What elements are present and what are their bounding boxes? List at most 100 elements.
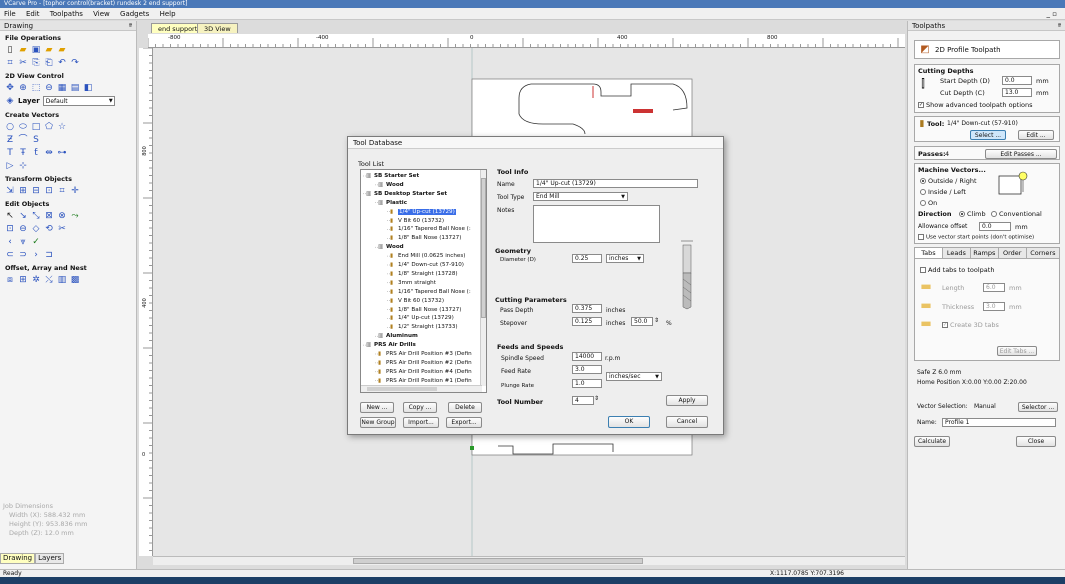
diameter-unit-select[interactable]: inches ▼ [606,254,644,263]
window-controls[interactable]: _ ▫ [1043,8,1061,20]
zoom-in-icon[interactable]: ⊕ [18,83,28,93]
subtract-icon[interactable]: ⊖ [18,224,28,234]
tree-vscrollbar[interactable] [480,170,486,386]
zoom-box-icon[interactable]: ⬚ [31,83,41,93]
star-icon[interactable]: ☆ [57,122,67,132]
tool-tree[interactable]: SB Starter Set ▥ Wood ▥ SB Desktop Starter S… [360,169,487,393]
menu-toolpaths[interactable]: Toolpaths [46,8,87,20]
tree-tool-item[interactable]: 3mm straight [398,279,436,287]
save-icon[interactable]: ▣ [31,45,41,55]
inside-radio[interactable]: Inside / Left [920,188,966,196]
cancel-button[interactable]: Cancel [666,416,708,428]
name-input[interactable]: Profile 1 [942,418,1056,427]
export-button[interactable]: Export... [446,417,482,428]
rate-unit-select[interactable]: inches/sec ▼ [606,372,662,381]
notes-textarea[interactable] [533,205,660,243]
arc-icon[interactable]: ⌒ [18,135,28,145]
intersect-icon[interactable]: ◇ [31,224,41,234]
transform-pointer-icon[interactable]: ⤡ [31,211,41,221]
interactive-trim-icon[interactable]: ⟲ [44,224,54,234]
tree-group[interactable]: Aluminum [386,332,418,340]
view-split-icon[interactable]: ◧ [83,83,93,93]
dimension-icon[interactable]: ⇹ [44,148,54,158]
align-icon[interactable]: ⊞ [18,186,28,196]
tree-tool-item[interactable]: End Mill (0.0625 inches) [398,252,465,260]
tab-order[interactable]: Order [998,248,1027,258]
import-button[interactable]: Import... [403,417,439,428]
text-icon[interactable]: T [5,148,15,158]
tree-tool-item[interactable]: 1/16" Tapered Ball Nose (: [398,225,471,233]
join-vectors-icon[interactable]: ⊠ [44,211,54,221]
select-all-icon[interactable]: ⌗ [5,58,15,68]
edit-tabs-button[interactable]: Edit Tabs ... [997,346,1037,356]
outside-radio[interactable]: Outside / Right [920,177,977,185]
tree-tool-item[interactable]: PRS Air Drill Position #2 (Defin [386,359,472,367]
menu-edit[interactable]: Edit [22,8,44,20]
horizontal-scrollbar[interactable] [153,556,905,565]
tree-tool-item[interactable]: PRS Air Drill Position #4 (Defin [386,368,472,376]
layer-select[interactable]: Default [42,96,115,106]
tree-tool-item[interactable]: 1/2" Straight (13733) [398,323,458,331]
tree-group[interactable]: SB Desktop Starter Set [374,190,447,198]
scroll-thumb[interactable] [353,558,643,564]
text-on-curve-icon[interactable]: ƭ [31,148,41,158]
tree-tool-item[interactable]: 1/8" Ball Nose (13727) [398,234,461,242]
center-icon[interactable]: ✛ [70,186,80,196]
on-radio[interactable]: On [920,199,937,207]
measure-icon[interactable]: ⊶ [57,148,67,158]
tree-hscrollbar[interactable] [361,385,482,392]
pin-icon[interactable]: ª [129,21,132,31]
scissors-icon[interactable]: ✂ [57,224,67,234]
menu-help[interactable]: Help [156,8,180,20]
tree-tool-item[interactable]: V Bit 60 (13732) [398,217,444,225]
thickness-input[interactable]: 3.0 [983,302,1005,311]
tree-tool-item[interactable]: 1/4" Down-cut (57-910) [398,261,464,269]
menu-gadgets[interactable]: Gadgets [116,8,153,20]
plunge-rate-input[interactable]: 1.0 [572,379,602,388]
rectangle-icon[interactable]: □ [31,122,41,132]
tree-tool-item[interactable]: 1/8" Ball Nose (13727) [398,306,461,314]
allowance-input[interactable]: 0.0 [979,222,1011,231]
tree-group[interactable]: Wood [386,243,404,251]
calculate-button[interactable]: Calculate [914,436,950,447]
tree-vscroll-thumb[interactable] [481,178,486,318]
tree-tool-item[interactable]: 1/4" Up-cut (13729) [398,208,456,216]
new-tool-button[interactable]: New ... [360,402,394,413]
tab-drawing[interactable]: Drawing [0,553,36,564]
cut-icon[interactable]: ✂ [18,58,28,68]
vector-start-checkbox[interactable]: Use vector start points (don't optimise) [918,234,1034,241]
tool-name-input[interactable]: 1/4" Up-cut (13729) [533,179,698,188]
scale-icon[interactable]: ⊡ [44,186,54,196]
new-group-button[interactable]: New Group [360,417,396,428]
add-tabs-checkbox[interactable]: Add tabs to toolpath [920,266,994,274]
diameter-input[interactable]: 0.25 [572,254,602,263]
delete-tool-button[interactable]: Delete [448,402,482,413]
feed-rate-input[interactable]: 3.0 [572,365,602,374]
edit-tool-button[interactable]: Edit ... [1018,130,1054,140]
tool-number-input[interactable]: 4 [572,396,594,405]
tab-ramps[interactable]: Ramps [970,248,999,258]
ok-button[interactable]: OK [608,416,650,428]
tree-tool-item[interactable]: PRS Air Drill Position #3 (Defin [386,350,472,358]
select-pointer-icon[interactable]: ↖ [5,211,15,221]
stepover-spinner-icon[interactable]: ⇕ [654,317,659,324]
polygon-icon[interactable]: ⬠ [44,122,54,132]
ellipse-icon[interactable]: ⬭ [18,122,28,132]
copy-icon[interactable]: ⎘ [31,58,41,68]
tab-corners[interactable]: Corners [1026,248,1059,258]
tree-group[interactable]: Plastic [386,199,407,207]
tree-group[interactable]: PRS Air Drills [374,341,416,349]
tool-type-select[interactable]: End Mill ▼ [533,192,628,201]
undo-icon[interactable]: ↶ [57,58,67,68]
node-pointer-icon[interactable]: ↘ [18,211,28,221]
select-tool-button[interactable]: Select ... [970,130,1006,140]
advanced-options-checkbox[interactable]: ✓ Show advanced toolpath options [918,101,1033,109]
pin-icon[interactable]: ª [1058,21,1061,31]
size-icon[interactable]: ⌗ [57,186,67,196]
open-bracket-icon[interactable]: ⊂ [5,250,15,260]
draw-arrow-icon[interactable]: ▷ [5,161,15,171]
cut-depth-input[interactable]: 13.0 [1002,88,1032,97]
edit-passes-button[interactable]: Edit Passes ... [985,149,1057,159]
stepover-input[interactable]: 0.125 [572,317,602,326]
close-bracket-icon[interactable]: ⊃ [18,250,28,260]
